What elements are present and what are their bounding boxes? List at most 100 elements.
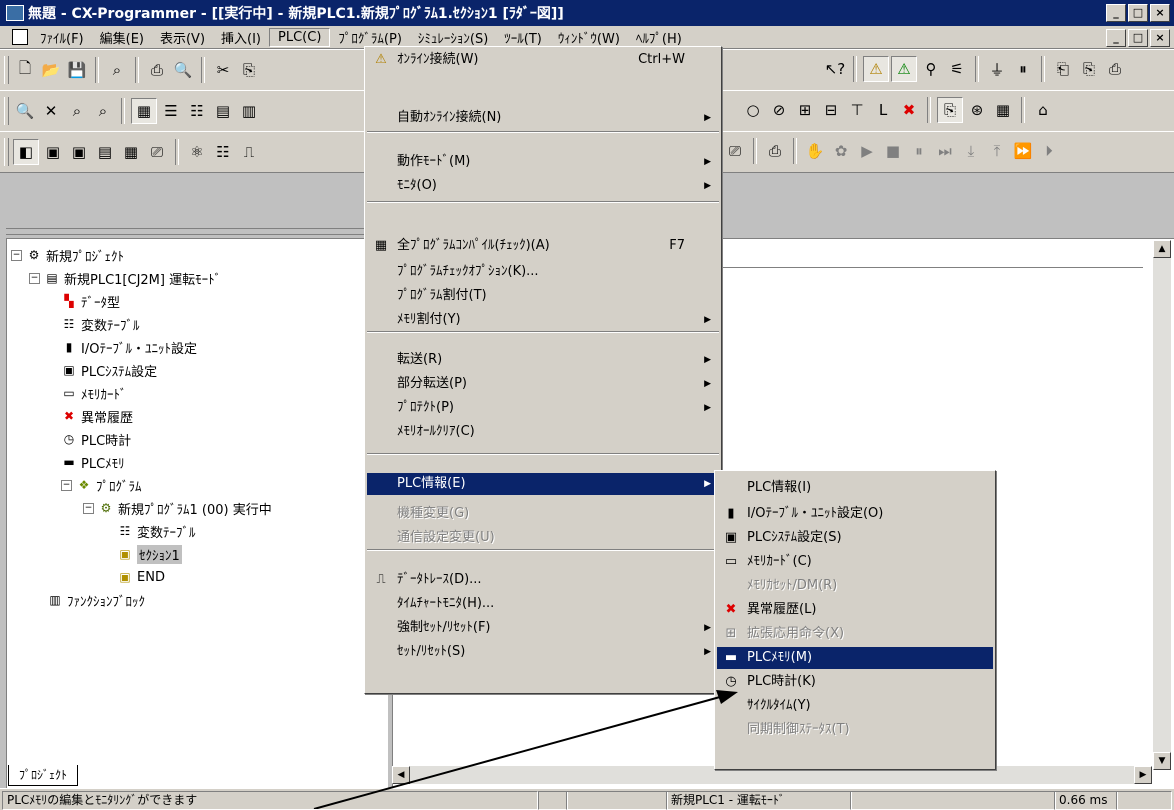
- plc-menu-item[interactable]: ﾌﾟﾛｸﾞﾗﾑ割付(T): [367, 285, 719, 307]
- plc-menu-item[interactable]: ﾌﾟﾛﾃｸﾄ(P) ▶: [367, 397, 719, 419]
- compare-icon[interactable]: ⚟: [945, 57, 969, 81]
- output-window-icon[interactable]: ▣: [41, 140, 65, 164]
- collapse-icon[interactable]: −: [83, 502, 94, 514]
- delete-line-icon[interactable]: ✖: [897, 98, 921, 122]
- table-icon[interactable]: ☷: [211, 140, 235, 164]
- sim-step-in-icon[interactable]: ⤓: [959, 139, 983, 163]
- properties-icon[interactable]: ⎚: [145, 140, 169, 164]
- plc-menu-item[interactable]: ｾｯﾄ/ﾘｾｯﾄ(S) ▶: [367, 641, 719, 663]
- plc-info-menu-item[interactable]: ▭ ﾒﾓﾘｶｰﾄﾞ(C): [717, 551, 993, 573]
- copy-icon[interactable]: ⎘: [237, 58, 261, 82]
- rung-icon[interactable]: ▤: [211, 99, 235, 123]
- address-window-icon[interactable]: ▤: [93, 140, 117, 164]
- menu-edit[interactable]: 編集(E): [92, 27, 152, 48]
- tree-item[interactable]: − ▤ 新規PLC1[CJ2M] 運転ﾓｰﾄﾞ: [29, 268, 221, 288]
- not-coil-icon[interactable]: ⊘: [767, 98, 791, 122]
- monitor-icon[interactable]: ⚲: [919, 57, 943, 81]
- plc-info-menu-item[interactable]: ▣ PLCｼｽﾃﾑ設定(S): [717, 527, 993, 549]
- sim-stop-icon[interactable]: ■: [881, 139, 905, 163]
- new-icon[interactable]: 🗋: [13, 58, 37, 82]
- project-window-icon[interactable]: ◧: [13, 139, 39, 165]
- menu-simulation[interactable]: ｼﾐｭﾚｰｼｮﾝ(S): [410, 27, 496, 48]
- menu-insert[interactable]: 挿入(I): [213, 27, 269, 48]
- zoom-in-icon[interactable]: ⌕: [65, 99, 89, 123]
- tree-item[interactable]: − ⚙ 新規ﾌﾟﾛｸﾞﾗﾑ1 (00) 実行中: [83, 498, 272, 518]
- nc-contact-icon[interactable]: ⊟: [819, 98, 843, 122]
- collapse-icon[interactable]: −: [61, 479, 72, 491]
- sim-break-icon[interactable]: ✋: [803, 139, 827, 163]
- sim-window-icon[interactable]: ⎙: [763, 139, 787, 163]
- transfer-to-pc-icon[interactable]: ⎗: [1051, 57, 1075, 81]
- sim-pause-icon[interactable]: ⏸: [907, 139, 931, 163]
- sim-step-out-icon[interactable]: ⤒: [985, 139, 1009, 163]
- open-icon[interactable]: 📂: [39, 58, 63, 82]
- plc-menu-item[interactable]: ﾀｲﾑﾁｬｰﾄﾓﾆﾀ(H)...: [367, 593, 719, 615]
- mnemonic-icon[interactable]: ⎚: [723, 139, 747, 163]
- tree-item[interactable]: ▬ PLCﾒﾓﾘ: [61, 452, 124, 472]
- context-help-icon[interactable]: ↖?: [823, 57, 847, 81]
- child-minimize-button[interactable]: _: [1106, 29, 1126, 47]
- run-mode-icon[interactable]: ⏚: [985, 57, 1009, 81]
- ladder-view-icon[interactable]: ⎍: [237, 140, 261, 164]
- scroll-left-icon[interactable]: ◀: [392, 766, 410, 784]
- plc-menu-item[interactable]: ▦ 全ﾌﾟﾛｸﾞﾗﾑｺﾝﾊﾟｲﾙ(ﾁｪｯｸ)(A) F7: [367, 235, 719, 257]
- contact-icon[interactable]: ⊞: [793, 98, 817, 122]
- tree-item[interactable]: ▭ ﾒﾓﾘｶｰﾄﾞ: [61, 383, 126, 403]
- maximize-button[interactable]: □: [1128, 4, 1148, 22]
- sim-step-icon[interactable]: ⏭: [933, 139, 957, 163]
- minimize-button[interactable]: _: [1106, 4, 1126, 22]
- tree-item[interactable]: ☷ 変数ﾃｰﾌﾞﾙ: [117, 521, 196, 541]
- child-restore-button[interactable]: □: [1128, 29, 1148, 47]
- plc-menu-item[interactable]: 部分転送(P) ▶: [367, 373, 719, 395]
- list-icon[interactable]: ☷: [185, 99, 209, 123]
- io-window-icon[interactable]: ▦: [119, 140, 143, 164]
- scroll-down-icon[interactable]: ▼: [1153, 752, 1171, 770]
- select-icon[interactable]: ✕: [39, 99, 63, 123]
- scroll-right-icon[interactable]: ▶: [1134, 766, 1152, 784]
- print-icon[interactable]: ⎙: [145, 58, 169, 82]
- auto-online-icon[interactable]: ⚠: [891, 56, 917, 82]
- plc-info-menu-item[interactable]: ▬ PLCﾒﾓﾘ(M): [717, 647, 993, 669]
- edit-icon[interactable]: ⎘: [937, 97, 963, 123]
- pause-icon[interactable]: ⏸: [1011, 57, 1035, 81]
- sim-settings-icon[interactable]: ✿: [829, 139, 853, 163]
- transfer-to-plc-icon[interactable]: ⎘: [1077, 57, 1101, 81]
- menu-program[interactable]: ﾌﾟﾛｸﾞﾗﾑ(P): [330, 27, 409, 48]
- tree-item[interactable]: − ❖ ﾌﾟﾛｸﾞﾗﾑ: [61, 475, 142, 495]
- plc-menu-item[interactable]: ﾌﾟﾛｸﾞﾗﾑﾁｪｯｸｵﾌﾟｼｮﾝ(K)...: [367, 261, 719, 283]
- plc-menu-item[interactable]: PLC情報(E) ▶: [367, 473, 719, 495]
- tree-item[interactable]: ✖ 異常履歴: [61, 406, 133, 426]
- tree-item[interactable]: ◷ PLC時計: [61, 429, 131, 449]
- menu-file[interactable]: ﾌｧｲﾙ(F): [32, 27, 92, 48]
- sim-continuous-icon[interactable]: ⏩: [1011, 139, 1035, 163]
- child-close-button[interactable]: ×: [1150, 29, 1170, 47]
- sim-scan-icon[interactable]: ⏵: [1037, 139, 1061, 163]
- document-icon[interactable]: [12, 29, 28, 45]
- grid-icon[interactable]: ▦: [131, 98, 157, 124]
- plc-menu-item[interactable]: ⚠ ｵﾝﾗｲﾝ接続(W) Ctrl+W: [367, 49, 719, 71]
- calendar-icon[interactable]: ▦: [991, 98, 1015, 122]
- menu-tools[interactable]: ﾂｰﾙ(T): [496, 27, 550, 48]
- menu-help[interactable]: ﾍﾙﾌﾟ(H): [628, 27, 690, 48]
- save-icon[interactable]: 💾: [65, 58, 89, 82]
- tree-item[interactable]: ▣ ｾｸｼｮﾝ1: [117, 544, 182, 564]
- ladder-icon[interactable]: ▥: [237, 99, 261, 123]
- zoom-out-icon[interactable]: 🔍: [13, 99, 37, 123]
- plc-info-menu-item[interactable]: ◷ PLC時計(K): [717, 671, 993, 693]
- collapse-icon[interactable]: −: [29, 272, 40, 284]
- tree-item[interactable]: ▮ I/Oﾃｰﾌﾞﾙ・ﾕﾆｯﾄ設定: [61, 337, 197, 357]
- line-icon[interactable]: L: [871, 98, 895, 122]
- instruction-icon[interactable]: ⊤: [845, 98, 869, 122]
- plc-menu-item[interactable]: ﾒﾓﾘ割付(Y) ▶: [367, 309, 719, 331]
- compare-program-icon[interactable]: ⎙: [1103, 57, 1127, 81]
- cut-icon[interactable]: ✂: [211, 58, 235, 82]
- cross-ref-icon[interactable]: ⚛: [185, 140, 209, 164]
- find-icon[interactable]: ⌕: [105, 58, 129, 82]
- print-preview-icon[interactable]: 🔍: [171, 58, 195, 82]
- close-button[interactable]: ×: [1150, 4, 1170, 22]
- plc-menu-item[interactable]: 自動ｵﾝﾗｲﾝ接続(N) ▶: [367, 107, 719, 129]
- zoom-fit-icon[interactable]: ⌕: [91, 99, 115, 123]
- plc-menu-item[interactable]: ﾓﾆﾀ(O) ▶: [367, 175, 719, 197]
- plc-info-menu-item[interactable]: ｻｲｸﾙﾀｲﾑ(Y): [717, 695, 993, 717]
- menu-view[interactable]: 表示(V): [152, 27, 213, 48]
